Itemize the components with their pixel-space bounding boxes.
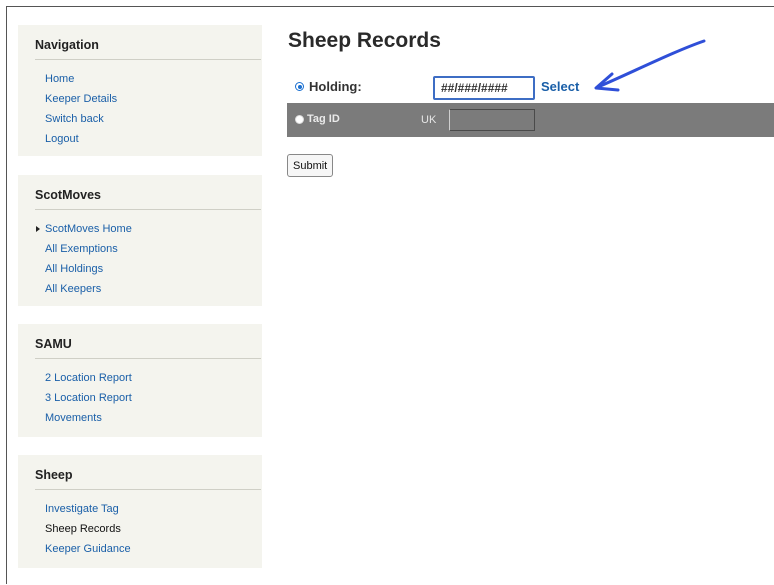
page-title: Sheep Records: [288, 29, 441, 52]
submit-button[interactable]: Submit: [287, 154, 334, 177]
panel-title-scotmoves: ScotMoves: [35, 188, 261, 210]
tag-id-radio[interactable]: [295, 115, 304, 124]
tag-prefix: UK: [421, 114, 437, 126]
panel-scotmoves: ScotMoves ScotMoves Home All Exemptions …: [18, 175, 262, 306]
tag-id-input[interactable]: [449, 109, 535, 131]
nav-link-all-keepers[interactable]: All Keepers: [45, 279, 248, 299]
nav-link-3-location-report[interactable]: 3 Location Report: [45, 388, 248, 408]
panel-navigation: Navigation Home Keeper Details Switch ba…: [18, 25, 262, 156]
nav-link-switch-back[interactable]: Switch back: [45, 109, 248, 129]
tag-id-row: Tag ID UK: [287, 103, 774, 137]
nav-link-sheep-records: Sheep Records: [45, 523, 121, 535]
nav-link-all-holdings[interactable]: All Holdings: [45, 259, 248, 279]
holding-input[interactable]: [433, 76, 535, 100]
panel-sheep: Sheep Investigate Tag Sheep Records Keep…: [18, 455, 262, 568]
panel-title-samu: SAMU: [35, 337, 261, 359]
nav-link-scotmoves-home[interactable]: ScotMoves Home: [36, 219, 248, 239]
nav-link-keeper-guidance[interactable]: Keeper Guidance: [45, 539, 248, 559]
arrow-icon: [594, 39, 706, 92]
nav-link-logout[interactable]: Logout: [45, 129, 248, 149]
panel-samu: SAMU 2 Location Report 3 Location Report…: [18, 324, 262, 437]
nav-link-keeper-details[interactable]: Keeper Details: [45, 89, 248, 109]
select-link[interactable]: Select: [541, 79, 579, 94]
holding-radio[interactable]: [295, 82, 304, 91]
nav-link-2-location-report[interactable]: 2 Location Report: [45, 368, 248, 388]
nav-link-home[interactable]: Home: [45, 69, 248, 89]
nav-link-investigate-tag[interactable]: Investigate Tag: [45, 499, 248, 519]
panel-title-sheep: Sheep: [35, 468, 261, 490]
tag-id-label: Tag ID: [307, 113, 340, 125]
nav-link-movements[interactable]: Movements: [45, 408, 248, 428]
nav-link-all-exemptions[interactable]: All Exemptions: [45, 239, 248, 259]
panel-title-navigation: Navigation: [35, 38, 261, 60]
holding-label: Holding:: [309, 79, 362, 94]
